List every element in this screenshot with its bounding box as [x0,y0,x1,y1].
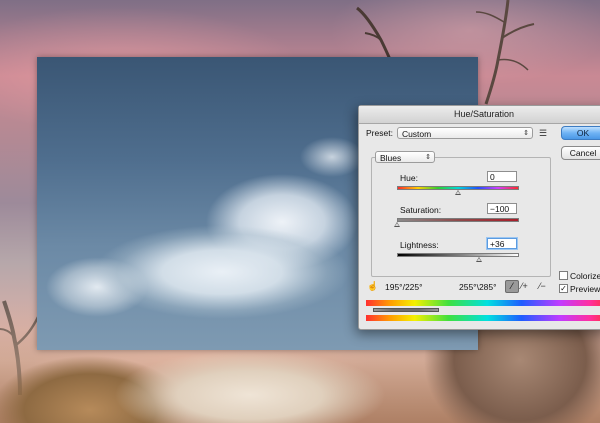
bottom-spectrum-bar [366,315,600,321]
lightness-label: Lightness: [400,240,439,250]
channel-arrows-icon: ⇕ [425,154,431,161]
channel-group [371,157,551,277]
hue-input[interactable]: 0 [487,171,517,182]
saturation-label: Saturation: [400,205,442,215]
hue-saturation-dialog: Hue/Saturation Preset: Custom ⇕ ☰ OK Can… [358,105,600,330]
eyedropper-minus-icon[interactable]: ⁄− [539,281,546,291]
preview-check-icon: ✓ [560,284,567,293]
range-right-readout: 255°\285° [459,282,497,292]
lightness-input[interactable]: +36 [487,238,517,249]
preview-label: Preview [570,284,600,294]
top-spectrum-bar [366,300,600,306]
ok-button-label: OK [576,128,590,138]
hue-label: Hue: [400,173,418,183]
preset-label: Preset: [366,128,393,138]
lightness-track [397,253,519,257]
saturation-input[interactable]: −100 [487,203,517,214]
preset-select[interactable]: Custom ⇕ [396,127,533,139]
channel-value: Blues [380,153,402,163]
color-range-slider[interactable] [373,308,439,312]
cancel-button[interactable]: Cancel [561,146,600,160]
hand-adjust-icon[interactable]: ☝ [367,281,378,292]
dialog-title: Hue/Saturation [359,106,600,124]
colorize-label: Colorize [570,271,600,281]
ok-button[interactable]: OK [561,126,600,140]
lightness-slider-thumb[interactable] [476,257,482,262]
select-arrows-icon: ⇕ [523,130,529,137]
range-left-readout: 195°/225° [385,282,423,292]
tree-branch-right [475,0,535,105]
preset-options-icon[interactable]: ☰ [539,128,547,139]
eyedropper-icon[interactable]: ⁄ [505,280,519,293]
eyedropper-plus-icon[interactable]: ⁄+ [521,281,528,291]
saturation-track [397,218,519,222]
hue-slider-thumb[interactable] [455,190,461,195]
preview-checkbox[interactable]: ✓ [559,284,568,293]
channel-select[interactable]: Blues ⇕ [375,151,435,163]
cancel-button-label: Cancel [569,148,597,158]
saturation-slider-thumb[interactable] [394,222,400,227]
preset-row: Preset: Custom ⇕ ☰ [366,127,547,139]
colorize-checkbox[interactable] [559,271,568,280]
preset-value: Custom [401,129,432,139]
